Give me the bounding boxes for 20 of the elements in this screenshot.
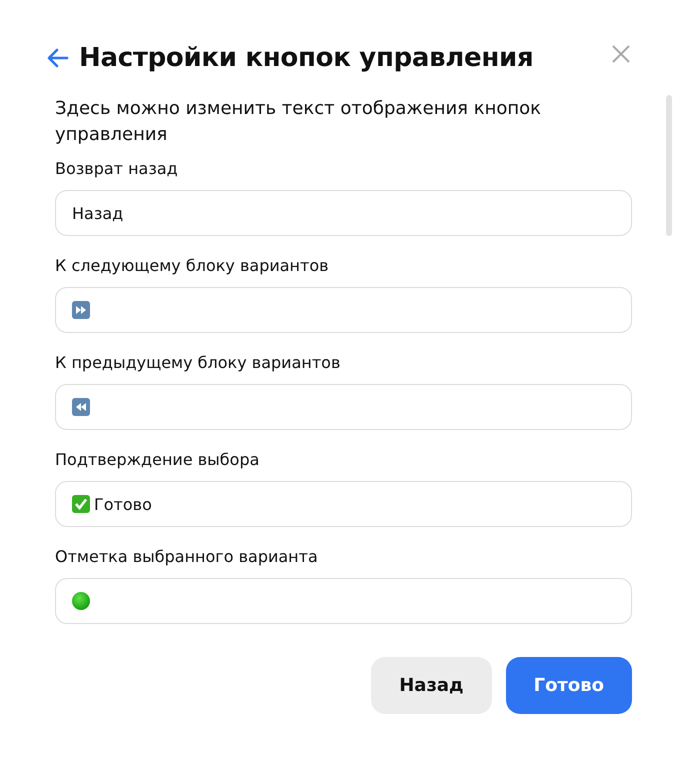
done-button[interactable]: Готово xyxy=(506,657,632,714)
field-label: Отметка выбранного варианта xyxy=(55,546,319,568)
input-field[interactable]: Готово xyxy=(55,481,632,527)
input-field[interactable] xyxy=(55,578,632,624)
field-label: К предыдущему блоку вариантов xyxy=(55,352,342,374)
input-field[interactable]: Назад xyxy=(55,190,632,236)
circle-icon xyxy=(72,592,90,610)
input-field[interactable] xyxy=(55,287,632,333)
description: Здесь можно изменить текст отображения кнопок управления xyxy=(55,97,542,147)
field-label: Подтверждение выбора xyxy=(55,449,260,471)
back-button[interactable]: Назад xyxy=(371,657,492,714)
field-label: К следующему блоку вариантов xyxy=(55,255,330,277)
checkmark-icon xyxy=(72,495,90,513)
dialog-title: Настройки кнопок управления xyxy=(79,43,534,73)
rewind-icon xyxy=(72,398,90,416)
scrollbar[interactable] xyxy=(666,95,672,236)
back-arrow-icon[interactable] xyxy=(47,48,69,68)
input-field[interactable] xyxy=(55,384,632,430)
field-label: Возврат назад xyxy=(55,158,179,180)
fast-forward-icon xyxy=(72,301,90,319)
